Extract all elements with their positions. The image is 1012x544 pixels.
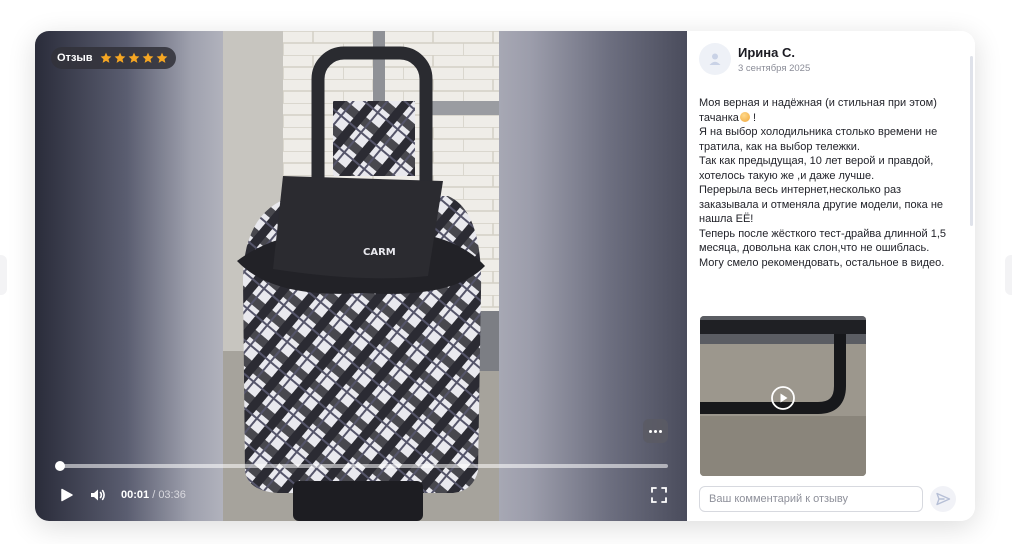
review-text: Моя верная и надёжная (и стильная при эт… [699, 96, 957, 270]
review-line: Теперь после жёсткого тест-драйва длинно… [699, 227, 947, 255]
more-icon [649, 429, 652, 433]
badge-label: Отзыв [57, 52, 93, 64]
time-current: 00:01 [121, 489, 150, 501]
review-modal: CARM Отзыв 00:01 / 03:36 Ирина С. 3 сент… [35, 31, 975, 521]
next-arrow-edge[interactable] [1005, 255, 1012, 295]
prev-arrow-edge[interactable] [0, 255, 7, 295]
star-icon [114, 52, 125, 63]
star-icon [100, 52, 111, 63]
review-panel: Ирина С. 3 сентября 2025 Моя верная и на… [687, 31, 975, 521]
review-line: Так как предыдущая, 10 лет верой и правд… [699, 155, 934, 182]
video-controls: 00:01 / 03:36 [57, 483, 186, 507]
avatar [699, 43, 731, 75]
progress-handle[interactable] [55, 461, 66, 471]
send-icon [936, 492, 951, 506]
volume-icon[interactable] [89, 486, 107, 504]
play-icon[interactable] [770, 385, 796, 411]
review-date: 3 сентября 2025 [738, 62, 811, 74]
comment-input[interactable] [699, 486, 923, 512]
review-line: Моя верная и надёжная (и стильная при эт… [699, 97, 937, 124]
video-frame: CARM [223, 31, 499, 521]
time-separator: / [149, 489, 159, 501]
star-rating [100, 52, 168, 64]
star-icon [156, 52, 167, 63]
more-options-button[interactable] [643, 419, 668, 443]
time-total: 03:36 [158, 489, 186, 501]
rating-badge: Отзыв [51, 47, 176, 69]
star-icon [142, 52, 153, 63]
star-icon [128, 52, 139, 63]
author-name: Ирина С. [738, 44, 795, 60]
time-display: 00:01 / 03:36 [121, 489, 186, 501]
review-scrollbar[interactable] [970, 56, 973, 226]
review-line: Перерыла весь интернет,несколько раз зак… [699, 184, 944, 225]
send-button[interactable] [930, 486, 956, 512]
review-line: Могу смело рекомендовать, остальное в ви… [699, 256, 945, 269]
fullscreen-icon[interactable] [650, 486, 668, 504]
review-author: Ирина С. 3 сентября 2025 [699, 43, 810, 75]
user-icon [709, 53, 721, 65]
video-thumbnail[interactable] [700, 316, 866, 476]
video-player[interactable]: CARM Отзыв 00:01 / 03:36 [35, 31, 687, 521]
page: CARM Отзыв 00:01 / 03:36 Ирина С. 3 сент… [0, 0, 1012, 544]
review-line: Я на выбор холодильника столько времени … [699, 126, 938, 153]
smile-emoji-icon [739, 111, 750, 122]
svg-text:CARM: CARM [363, 247, 396, 258]
video-progress-bar[interactable] [55, 461, 668, 471]
play-icon[interactable] [57, 486, 75, 504]
